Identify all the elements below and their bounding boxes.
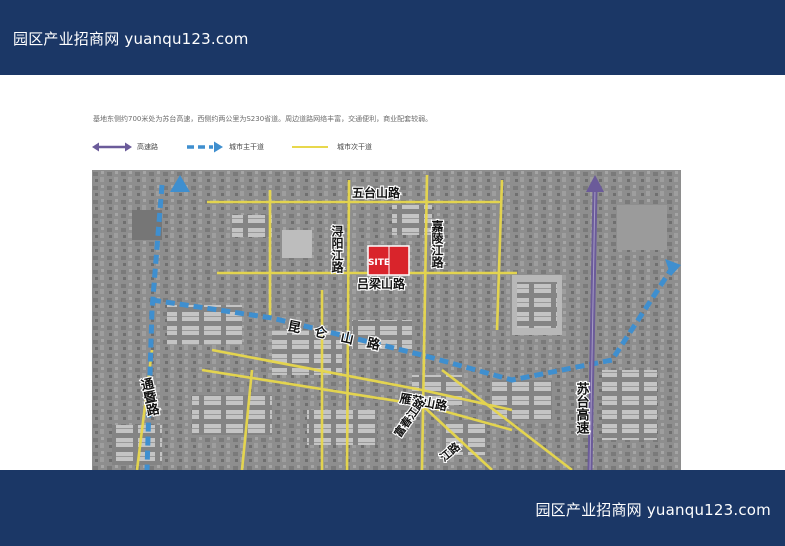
top-watermark-banner: 园区产业招商网 yuanqu123.com bbox=[0, 0, 785, 75]
double-arrow-icon bbox=[92, 142, 132, 152]
aerial-map: SITE 五台山路 吕梁山路 雁荡山路 昆仑山路 富春江路 江路 浔阳江路 嘉陵… bbox=[92, 170, 681, 470]
map-section: 基地东侧约700米处为苏台高速，西侧约两公里为S230省道。周边道路网络丰富，交… bbox=[0, 75, 785, 470]
bottom-watermark-text: 园区产业招商网 yuanqu123.com bbox=[535, 501, 771, 519]
dashed-arrow-icon bbox=[187, 141, 223, 153]
legend-label-expressway: 高速路 bbox=[137, 143, 158, 151]
site-marker: SITE bbox=[367, 245, 410, 276]
legend-label-secondary-road: 城市次干道 bbox=[337, 143, 372, 151]
road-label-jialingjiang: 嘉陵江路 bbox=[430, 219, 444, 269]
map-legend: 高速路 城市主干道 城市次干道 bbox=[92, 139, 412, 155]
road-label-lvliangshan: 吕梁山路 bbox=[357, 276, 406, 291]
legend-item-main-road: 城市主干道 bbox=[187, 139, 297, 155]
legend-item-expressway: 高速路 bbox=[92, 139, 182, 155]
legend-label-main-road: 城市主干道 bbox=[229, 143, 264, 151]
road-label-sutai: 苏台高速 bbox=[574, 381, 590, 435]
road-label-xunyangjiang: 浔阳江路 bbox=[330, 225, 344, 274]
line-icon bbox=[292, 146, 328, 148]
bottom-watermark-banner: 园区产业招商网 yuanqu123.com bbox=[0, 470, 785, 546]
road-label-wutaishan: 五台山路 bbox=[352, 185, 401, 200]
site-label: SITE bbox=[368, 258, 390, 268]
top-watermark-text: 园区产业招商网 yuanqu123.com bbox=[13, 30, 249, 48]
map-caption: 基地东侧约700米处为苏台高速，西侧约两公里为S230省道。周边道路网络丰富，交… bbox=[93, 115, 433, 123]
legend-item-secondary-road: 城市次干道 bbox=[292, 139, 402, 155]
